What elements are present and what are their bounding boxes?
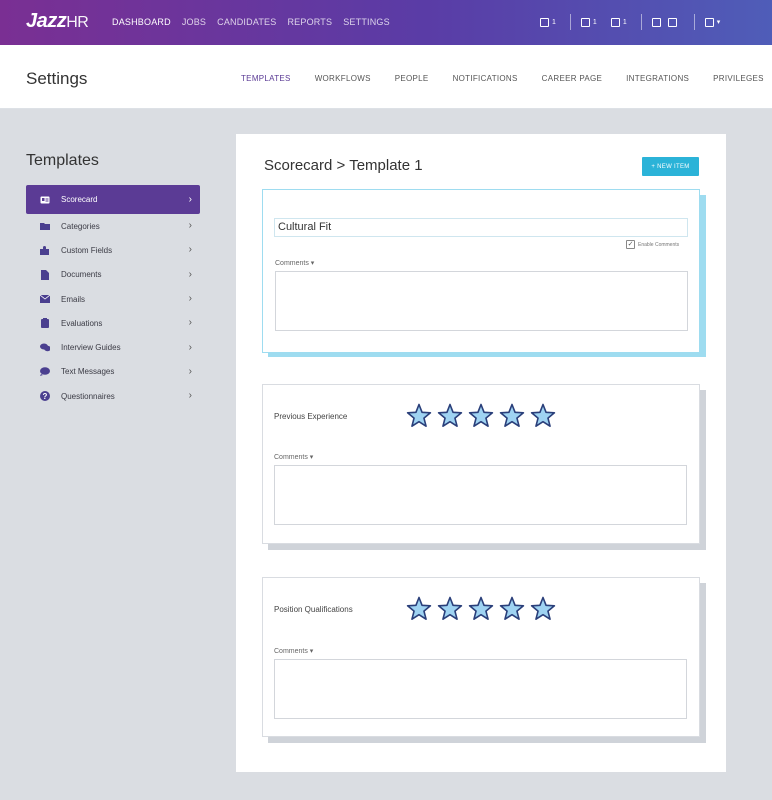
nav-candidates[interactable]: CANDIDATES: [217, 17, 276, 27]
sidebar-item-label: Scorecard: [61, 195, 98, 204]
tab-career-page[interactable]: CAREER PAGE: [542, 74, 603, 83]
settings-header: Settings TEMPLATES WORKFLOWS PEOPLE NOTI…: [0, 45, 772, 109]
chevron-right-icon: ›: [188, 365, 192, 377]
divider: [569, 14, 571, 30]
new-item-button[interactable]: + NEW ITEM: [642, 157, 699, 176]
nav-settings[interactable]: SETTINGS: [343, 17, 390, 27]
chat-icon[interactable]: 1: [580, 17, 597, 27]
sidebar-item-categories[interactable]: Categories ›: [26, 214, 200, 238]
sidebar-item-label: Custom Fields: [61, 245, 113, 255]
star-icon[interactable]: [468, 596, 494, 622]
nav-jobs[interactable]: JOBS: [182, 17, 206, 27]
document-icon: [40, 269, 50, 280]
sidebar-item-label: Documents: [61, 270, 102, 280]
tab-privileges[interactable]: PRIVILEGES: [713, 74, 764, 83]
star-icon[interactable]: [437, 596, 463, 622]
star-icon[interactable]: [468, 403, 494, 429]
bell-icon[interactable]: 1: [610, 17, 627, 27]
criteria-label: Position Qualifications: [274, 605, 353, 614]
nav-reports[interactable]: REPORTS: [287, 17, 332, 27]
tab-templates[interactable]: TEMPLATES: [241, 74, 291, 83]
chevron-right-icon: ›: [188, 341, 192, 353]
settings-tabs: TEMPLATES WORKFLOWS PEOPLE NOTIFICATIONS…: [241, 74, 772, 83]
star-icon[interactable]: [499, 596, 525, 622]
envelope-icon: [40, 295, 50, 304]
chevron-right-icon: ›: [188, 292, 192, 304]
sidebar-item-label: Text Messages: [61, 367, 115, 377]
chevron-right-icon: ›: [188, 268, 192, 280]
comments-textarea[interactable]: [274, 659, 687, 719]
sidebar-item-interview-guides[interactable]: Interview Guides ›: [26, 335, 200, 359]
star-icon[interactable]: [406, 596, 432, 622]
sidebar: Scorecard › Categories › Custom Fields ›…: [26, 185, 200, 408]
star-icon[interactable]: [437, 403, 463, 429]
chevron-right-icon: ›: [188, 317, 192, 329]
sidebar-title: Templates: [26, 152, 99, 169]
breadcrumb: Scorecard > Template 1: [264, 157, 423, 174]
svg-text:?: ?: [43, 392, 48, 401]
comments-textarea[interactable]: [274, 465, 687, 525]
folder-icon: [40, 222, 50, 231]
sidebar-item-emails[interactable]: Emails ›: [26, 287, 200, 311]
sidebar-item-questionnaires[interactable]: ? Questionnaires ›: [26, 384, 200, 408]
logo-sub: HR: [66, 14, 89, 31]
tab-integrations[interactable]: INTEGRATIONS: [626, 74, 689, 83]
criteria-label: Previous Experience: [274, 412, 348, 421]
star-icon[interactable]: [530, 596, 556, 622]
sidebar-item-label: Interview Guides: [61, 343, 121, 353]
sidebar-item-label: Evaluations: [61, 318, 103, 328]
sidebar-item-label: Questionnaires: [61, 391, 115, 401]
enable-comments-checkbox[interactable]: ✓ Enable Comments: [626, 240, 679, 249]
comments-textarea[interactable]: [275, 271, 688, 331]
sidebar-item-label: Emails: [61, 294, 86, 304]
calendar-icon[interactable]: 1: [540, 17, 556, 27]
sidebar-item-text-messages[interactable]: Text Messages ›: [26, 360, 200, 384]
star-icon[interactable]: [530, 403, 556, 429]
nav-dashboard[interactable]: DASHBOARD: [112, 17, 171, 27]
id-card-icon: [40, 195, 50, 204]
divider: [640, 14, 642, 30]
sidebar-item-custom-fields[interactable]: Custom Fields ›: [26, 238, 200, 262]
comments-icon: [40, 343, 50, 352]
sidebar-item-documents[interactable]: Documents ›: [26, 263, 200, 287]
comments-dropdown[interactable]: Comments ▾: [274, 453, 313, 461]
star-rating[interactable]: [406, 596, 561, 622]
tab-people[interactable]: PEOPLE: [395, 74, 429, 83]
chevron-right-icon: ›: [188, 220, 192, 232]
grid-icon[interactable]: [667, 17, 680, 27]
sidebar-item-label: Categories: [61, 221, 100, 231]
user-icon[interactable]: ▾: [704, 17, 720, 27]
clipboard-icon: [40, 318, 50, 329]
top-icons: 1 1 1 ▾: [540, 14, 734, 30]
speech-bubble-icon: [40, 367, 50, 377]
comments-dropdown[interactable]: Comments ▾: [274, 647, 313, 655]
star-icon[interactable]: [406, 403, 432, 429]
divider: [693, 14, 695, 30]
top-navbar: JazzHR DASHBOARD JOBS CANDIDATES REPORTS…: [0, 0, 772, 45]
puzzle-icon: [40, 245, 50, 255]
help-icon[interactable]: [651, 17, 664, 27]
checkmark-icon: ✓: [626, 240, 635, 249]
tab-workflows[interactable]: WORKFLOWS: [315, 74, 371, 83]
jazzhr-logo[interactable]: JazzHR: [26, 10, 89, 33]
question-icon: ?: [40, 391, 50, 402]
comments-dropdown[interactable]: Comments ▾: [275, 259, 314, 267]
chevron-right-icon: ›: [188, 244, 192, 256]
chevron-right-icon: ›: [188, 390, 192, 402]
main-nav: DASHBOARD JOBS CANDIDATES REPORTS SETTIN…: [112, 17, 401, 27]
criteria-name-input[interactable]: Cultural Fit: [274, 218, 688, 237]
sidebar-item-evaluations[interactable]: Evaluations ›: [26, 311, 200, 335]
sidebar-item-scorecard[interactable]: Scorecard ›: [26, 185, 200, 214]
tab-notifications[interactable]: NOTIFICATIONS: [453, 74, 518, 83]
page-title: Settings: [26, 69, 88, 88]
chevron-right-icon: ›: [188, 193, 192, 205]
star-icon[interactable]: [499, 403, 525, 429]
enable-comments-label: Enable Comments: [638, 241, 680, 248]
star-rating[interactable]: [406, 403, 561, 429]
logo-main: Jazz: [26, 10, 67, 32]
